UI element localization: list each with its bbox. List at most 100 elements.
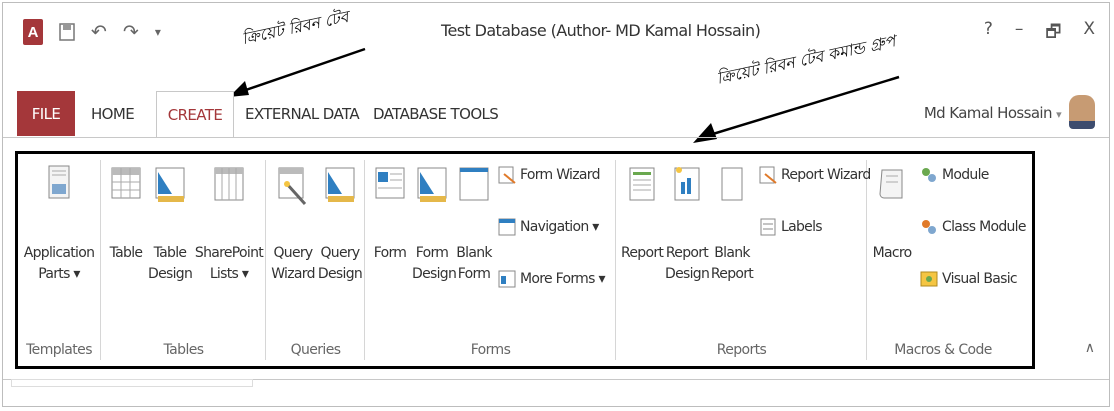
tab-file[interactable]: FILE xyxy=(17,91,75,136)
tab-database-tools[interactable]: DATABASE TOOLS xyxy=(373,91,499,136)
create-ribbon-commands: Application Parts ▾ Templates Table Tabl… xyxy=(15,151,1035,369)
module-icon xyxy=(922,168,936,182)
table-icon xyxy=(111,167,141,199)
sharepoint-lists-label-2: Lists ▾ xyxy=(209,266,249,282)
table-button[interactable]: Table xyxy=(106,164,146,264)
class-module-label: Class Module xyxy=(942,219,1026,235)
form-button[interactable]: Form xyxy=(370,164,410,264)
labels-label: Labels xyxy=(781,219,823,235)
form-wizard-button[interactable]: Form Wizard xyxy=(498,166,600,184)
user-account[interactable]: Md Kamal Hossain ▾ xyxy=(923,104,1062,122)
access-window: A ↶ ↷ ▾ ক্রিয়েট রিবন টেব Test Database … xyxy=(2,2,1110,407)
report-wizard-button[interactable]: Report Wizard xyxy=(759,166,871,184)
group-queries: Query Wizard Query Design Queries xyxy=(267,160,365,360)
query-wizard-icon xyxy=(278,167,307,206)
group-label-queries: Queries xyxy=(290,342,341,358)
close-button[interactable]: X xyxy=(1083,19,1095,48)
undo-icon[interactable]: ↶ xyxy=(91,21,107,43)
form-design-label: Form xyxy=(415,245,449,261)
report-design-label: Report xyxy=(665,245,709,261)
blank-report-button[interactable]: Blank Report xyxy=(709,164,755,285)
more-forms-button[interactable]: More Forms ▾ xyxy=(498,270,605,288)
group-forms: Form Form Design Blank Form Form Wizard … xyxy=(366,160,616,360)
help-icon[interactable]: ? xyxy=(984,19,993,48)
window-controls: ? – 🗗 X xyxy=(984,19,1095,48)
tab-external-data[interactable]: EXTERNAL DATA xyxy=(245,91,360,136)
blank-form-button[interactable]: Blank Form xyxy=(454,164,494,285)
group-tables: Table Table Design SharePoint Lists ▾ Ta… xyxy=(102,160,266,360)
collapse-ribbon-icon[interactable]: ∧ xyxy=(1085,339,1095,356)
group-label-macros-code: Macros & Code xyxy=(894,342,992,358)
user-menu-arrow: ▾ xyxy=(1056,108,1062,121)
class-module-icon xyxy=(922,220,936,234)
report-label: Report xyxy=(621,245,664,261)
save-icon[interactable] xyxy=(59,23,75,41)
report-design-label-2: Design xyxy=(665,266,710,282)
application-parts-label-2: Parts ▾ xyxy=(38,266,80,282)
user-name: Md Kamal Hossain xyxy=(923,104,1053,122)
table-design-icon xyxy=(155,167,185,202)
query-design-button[interactable]: Query Design xyxy=(317,164,363,285)
blank-report-label: Blank xyxy=(714,245,750,261)
macro-button[interactable]: Macro xyxy=(872,164,912,264)
table-design-label-2: Design xyxy=(148,266,193,282)
module-label: Module xyxy=(942,167,989,183)
scrollbar[interactable] xyxy=(11,379,253,387)
module-button[interactable]: Module xyxy=(920,166,989,184)
group-label-tables: Tables xyxy=(163,342,205,358)
table-label: Table xyxy=(109,245,143,261)
application-parts-button[interactable]: Application Parts ▾ xyxy=(20,164,98,285)
blank-form-label-2: Form xyxy=(457,266,491,282)
restore-button[interactable]: 🗗 xyxy=(1045,19,1061,48)
quick-access-toolbar: A ↶ ↷ ▾ xyxy=(23,19,161,45)
sharepoint-lists-button[interactable]: SharePoint Lists ▾ xyxy=(194,164,264,285)
query-wizard-button[interactable]: Query Wizard xyxy=(271,164,315,285)
sharepoint-lists-icon xyxy=(214,167,244,201)
application-parts-icon xyxy=(48,165,70,199)
report-wizard-icon xyxy=(759,166,777,184)
form-label: Form xyxy=(373,245,407,261)
blank-report-icon xyxy=(721,167,743,201)
blank-form-icon xyxy=(459,167,489,201)
navigation-button[interactable]: Navigation ▾ xyxy=(498,218,599,236)
avatar[interactable] xyxy=(1069,95,1095,129)
navigation-icon xyxy=(498,218,516,236)
blank-form-label: Blank xyxy=(456,245,492,261)
form-design-button[interactable]: Form Design xyxy=(412,164,457,285)
customize-qat-icon[interactable]: ▾ xyxy=(155,25,161,39)
visual-basic-icon xyxy=(920,271,938,287)
visual-basic-button[interactable]: Visual Basic xyxy=(920,270,1018,288)
form-icon xyxy=(375,167,405,199)
group-label-forms: Forms xyxy=(470,342,511,358)
report-design-icon xyxy=(674,167,700,201)
tab-home[interactable]: HOME xyxy=(91,91,135,136)
redo-icon[interactable]: ↷ xyxy=(123,21,139,43)
query-design-label: Query xyxy=(320,245,360,261)
labels-icon xyxy=(760,218,776,236)
class-module-button[interactable]: Class Module xyxy=(920,218,1026,236)
tab-create[interactable]: CREATE xyxy=(156,91,234,138)
minimize-button[interactable]: – xyxy=(1015,19,1024,48)
report-button[interactable]: Report xyxy=(621,164,664,264)
group-label-templates: Templates xyxy=(26,342,92,358)
macro-icon xyxy=(879,169,903,199)
visual-basic-label: Visual Basic xyxy=(942,271,1018,287)
query-design-icon xyxy=(325,167,355,202)
query-wizard-label: Query xyxy=(273,245,313,261)
report-design-button[interactable]: Report Design xyxy=(665,164,710,285)
labels-button[interactable]: Labels xyxy=(759,218,823,236)
form-wizard-label: Form Wizard xyxy=(520,167,600,183)
access-logo-icon[interactable]: A xyxy=(23,19,43,45)
table-design-button[interactable]: Table Design xyxy=(148,164,193,285)
group-macros-code: Macro Module Class Module Visual Basic M… xyxy=(868,160,1027,360)
blank-report-label-2: Report xyxy=(710,266,754,282)
application-parts-label: Application xyxy=(23,245,95,261)
query-design-label-2: Design xyxy=(317,266,363,282)
group-reports: Report Report Design Blank Report Report… xyxy=(617,160,871,360)
title-bar: A ↶ ↷ ▾ ক্রিয়েট রিবন টেব Test Database … xyxy=(3,3,1109,143)
form-wizard-icon xyxy=(498,166,516,184)
report-wizard-label: Report Wizard xyxy=(781,167,871,183)
table-design-label: Table xyxy=(153,245,187,261)
more-forms-icon xyxy=(498,270,516,288)
form-design-icon xyxy=(417,167,447,202)
